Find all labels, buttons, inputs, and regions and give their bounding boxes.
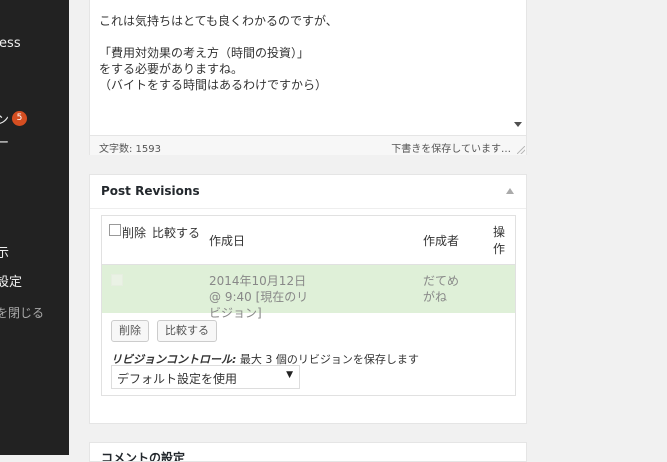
editor-content-area[interactable]: これは気持ちはとても良くわかるのですが、 「費用対効果の考え方（時間の投資）」 …: [90, 0, 510, 135]
comment-settings-title[interactable]: コメントの設定: [101, 449, 185, 461]
revisions-table-header: 削除 比較する 作成日 作成者 操作: [102, 216, 515, 265]
update-count-badge: 5: [12, 111, 28, 126]
sidebar-brand[interactable]: ress: [0, 36, 21, 51]
editor-line: これは気持ちはとても良くわかるのですが、: [99, 14, 338, 28]
revision-date: 2014年10月12日 @ 9:40 [現在のリビジョン]: [209, 274, 309, 320]
revisions-table: 削除 比較する 作成日 作成者 操作 2014年10月12日 @ 9:40 [現…: [101, 215, 516, 396]
editor-line: をする必要がありますね。: [99, 62, 244, 76]
delete-button[interactable]: 削除: [111, 320, 149, 342]
row-checkbox: [111, 274, 123, 286]
sidebar-item-plugins[interactable]: ン 5: [0, 109, 28, 128]
collapse-menu-button[interactable]: を閉じる: [0, 304, 44, 321]
revision-author: だてめがね: [423, 274, 460, 304]
column-date: 作成日: [209, 234, 246, 248]
table-row: 2014年10月12日 @ 9:40 [現在のリビジョン] だてめがね: [102, 265, 515, 320]
word-count: 文字数: 1593: [99, 144, 161, 155]
post-revisions-title: Post Revisions: [101, 184, 200, 198]
revision-limit-value: デフォルト設定を使用: [117, 372, 238, 386]
post-editor: これは気持ちはとても良くわかるのですが、 「費用対効果の考え方（時間の投資）」 …: [89, 0, 527, 155]
revision-limit-select[interactable]: デフォルト設定を使用 ▼: [111, 365, 300, 389]
editor-line: 「費用対効果の考え方（時間の投資）」: [99, 46, 310, 60]
sidebar-item-display[interactable]: 示: [0, 242, 9, 261]
post-revisions-box: Post Revisions 削除 比較する 作成日 作成者 操作 2014年1…: [89, 174, 527, 424]
select-all-checkbox[interactable]: [109, 224, 121, 236]
admin-sidebar: ress ン 5 ー 示 設定 を閉じる: [0, 0, 69, 455]
sidebar-item-settings[interactable]: 設定: [0, 271, 22, 290]
autosave-status: 下書きを保存しています…: [391, 144, 511, 155]
editor-scrollbar[interactable]: [509, 0, 526, 135]
resize-handle-icon[interactable]: [517, 146, 525, 154]
compare-button[interactable]: 比較する: [157, 320, 217, 342]
sidebar-item-users[interactable]: ー: [0, 132, 9, 151]
column-compare: 比較する: [152, 226, 201, 240]
column-author: 作成者: [423, 234, 460, 248]
editor-line: （バイトをする時間はあるわけですから）: [99, 78, 328, 92]
dropdown-arrow-icon: ▼: [286, 370, 293, 380]
editor-status-bar: 文字数: 1593 下書きを保存しています…: [90, 135, 526, 155]
column-operation: 操作: [493, 225, 506, 256]
sidebar-item-plugins-label: ン: [0, 113, 10, 128]
column-delete: 削除: [122, 226, 147, 240]
scroll-down-arrow-icon[interactable]: [514, 122, 522, 127]
collapse-toggle-icon[interactable]: [506, 188, 514, 194]
comment-settings-box: コメントの設定: [89, 442, 527, 462]
post-revisions-header[interactable]: Post Revisions: [90, 175, 526, 209]
